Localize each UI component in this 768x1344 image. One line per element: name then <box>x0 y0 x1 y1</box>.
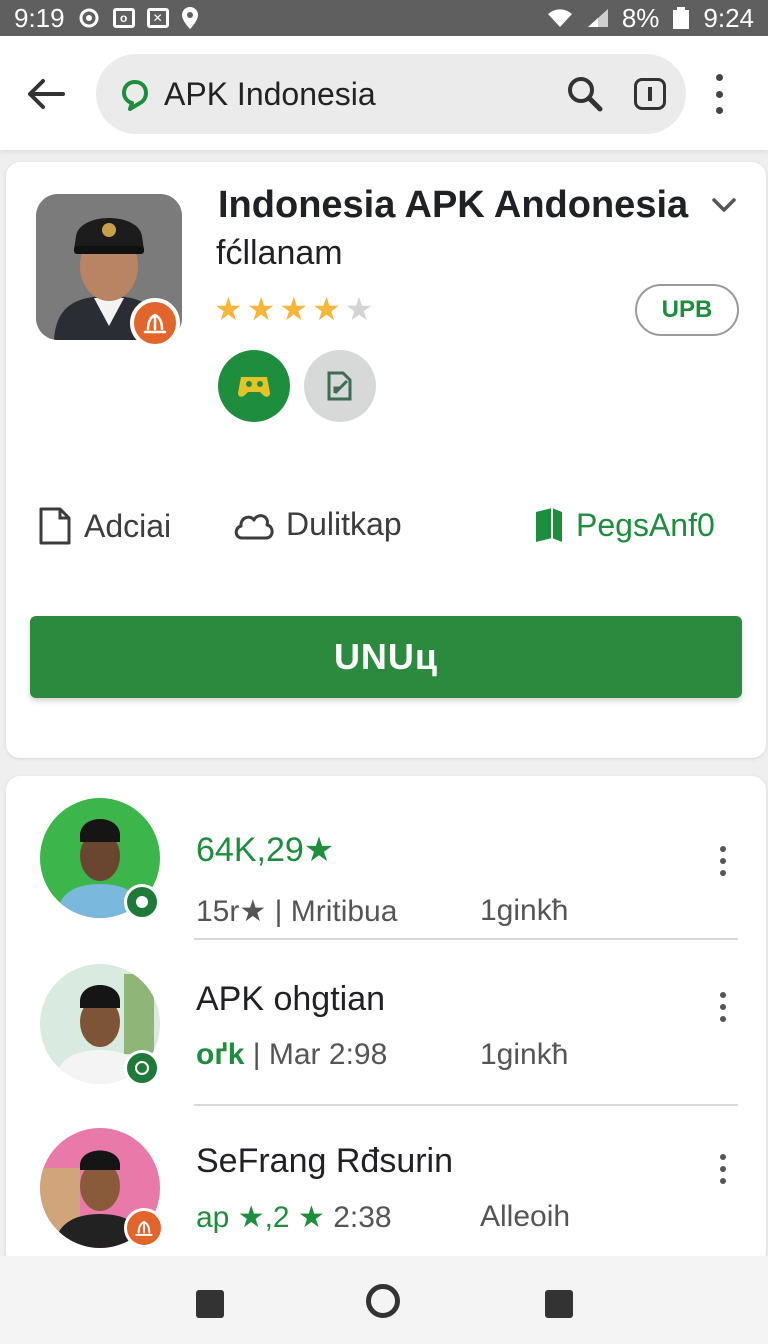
list-item-title: 64K,29★ <box>196 831 335 869</box>
search-icon[interactable] <box>566 75 604 113</box>
star-icon: ★ <box>214 291 243 327</box>
upb-button[interactable]: UPB <box>635 284 739 336</box>
list-item-meta-text: | Mar 2:98 <box>244 1038 388 1071</box>
action-label: Dulitkap <box>286 506 402 542</box>
chevron-down-icon[interactable] <box>710 194 738 216</box>
list-item-meta: 15r★ | Mritibua <box>196 895 398 928</box>
avatar-badge-icon <box>124 1050 160 1086</box>
results-list: 64K,29★ 15r★ | Mritibua 1ginkħ APK ohgti… <box>6 776 766 1266</box>
action-label: PegsAnf0 <box>576 506 715 543</box>
search-bar[interactable]: APK Indonesia <box>96 54 686 134</box>
rating-stars: ★ ★ ★ ★ ★ <box>214 290 373 328</box>
app-header-card: Indonesia APK Andonesia fćllanam ★ ★ ★ … <box>6 162 766 758</box>
cloud-icon <box>234 513 274 539</box>
star-icon: ★ <box>246 291 276 327</box>
photo-icon: o <box>112 8 135 28</box>
back-arrow-icon <box>28 79 65 109</box>
app-title: Indonesia APK Andonesia <box>218 184 689 226</box>
list-item-meta: ap ★,2 ★ 2:38 <box>196 1200 392 1235</box>
app-badge-icon <box>130 298 180 348</box>
search-query[interactable]: APK Indonesia <box>164 76 376 113</box>
edit-file-button[interactable] <box>304 350 376 422</box>
status-right: 8% 9:24 <box>532 3 768 34</box>
tab-switcher-icon[interactable] <box>634 78 666 110</box>
list-item-meta-text: 2:38 <box>324 1201 392 1234</box>
list-item-meta-highlight: oґk <box>196 1038 245 1071</box>
edit-file-icon <box>327 371 352 401</box>
item-menu-icon[interactable] <box>718 1154 728 1184</box>
item-menu-icon[interactable] <box>718 992 728 1022</box>
battery-percent: 8% <box>621 2 660 33</box>
navigation-bar <box>0 1256 768 1344</box>
action-dulitkap[interactable]: Dulitkap <box>232 506 402 543</box>
list-item-meta: oґk | Mar 2:98 <box>196 1038 387 1072</box>
wifi-icon <box>546 7 574 29</box>
nav-home-icon[interactable] <box>366 1284 400 1318</box>
list-item-right: Alleoih <box>480 1200 571 1233</box>
book-icon <box>536 508 562 542</box>
document-icon <box>39 507 71 545</box>
divider <box>194 938 738 940</box>
x-notification-icon: ✕ <box>146 8 169 28</box>
action-pegsanf0[interactable]: PegsAnf0 <box>532 506 715 544</box>
action-label: Adciai <box>84 507 172 544</box>
status-bar: 9:19 o ✕ 8% 9:24 <box>0 0 768 36</box>
list-item[interactable]: SeFrang Rđsurin ap ★,2 ★ 2:38 Alleoih <box>6 1128 766 1266</box>
location-icon <box>181 6 199 30</box>
divider <box>194 1104 738 1106</box>
gamepad-icon <box>238 377 270 397</box>
list-item-right: 1ginkħ <box>480 1038 569 1071</box>
nav-recents-icon[interactable] <box>545 1290 573 1318</box>
overflow-menu-icon[interactable] <box>712 74 726 114</box>
item-menu-icon[interactable] <box>718 846 728 876</box>
clock: 9:24 <box>703 2 754 33</box>
gamepad-button[interactable] <box>218 350 290 422</box>
avatar-badge-icon <box>124 1208 164 1248</box>
list-item-title: APK ohgtian <box>196 980 386 1018</box>
battery-icon <box>671 6 691 30</box>
action-adciai[interactable]: Adciai <box>36 506 171 546</box>
app-store-logo-icon <box>122 80 148 111</box>
status-left-time: 9:19 <box>14 2 65 33</box>
star-icon: ★ <box>279 291 309 327</box>
app-developer[interactable]: fćllanam <box>216 234 343 273</box>
status-left: 9:19 o ✕ <box>0 3 213 34</box>
list-item-title: SeFrang Rđsurin <box>196 1142 454 1180</box>
list-item-right: 1ginkħ <box>480 894 569 927</box>
install-button[interactable]: UNUц <box>30 616 742 698</box>
nav-back-icon[interactable] <box>196 1290 224 1318</box>
avatar-badge-icon <box>124 884 160 920</box>
signal-icon <box>586 7 610 29</box>
top-bar: APK Indonesia <box>0 36 768 150</box>
back-button[interactable] <box>22 70 70 118</box>
star-empty-icon: ★ <box>344 291 374 327</box>
star-icon: ★ <box>312 291 341 327</box>
list-item-meta-highlight: ap ★,2 ★ <box>196 1201 325 1234</box>
sync-icon <box>77 7 101 29</box>
